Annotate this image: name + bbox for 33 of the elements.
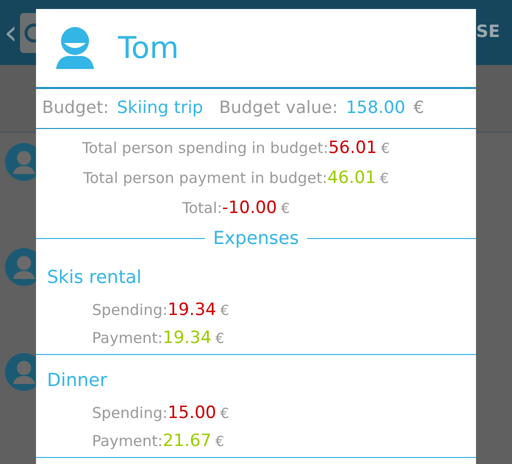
amount-label: Total person payment in budget: [83,169,328,187]
back-caret[interactable]: ‹ [4,16,18,50]
person-name: Tom [118,30,179,68]
amount-value: 19.34 [162,328,212,348]
amount-value: 56.01 [328,138,377,158]
amount-value: 15.00 [168,403,216,423]
currency-symbol: € [220,303,230,319]
currency-symbol: € [220,406,230,422]
currency-symbol: € [380,171,389,187]
expense-title: Dinner [46,369,108,393]
amount-label: Spending: [92,404,168,422]
currency-symbol: € [215,331,224,347]
amount-label: Spending: [92,301,168,319]
amount-label: Payment: [92,432,163,450]
amount-label: Payment: [92,329,163,347]
action-button[interactable]: SE [476,20,500,46]
amount-value: 46.01 [327,168,376,188]
currency-symbol: € [280,201,290,217]
budget-value-label: Budget value: [219,96,338,120]
amount-label: Total: [182,199,222,217]
currency-symbol: € [413,96,424,120]
budget-value: 158.00 [346,96,406,120]
amount-value: 21.67 [162,431,212,451]
expense-title: Skis rental [46,266,143,290]
currency-symbol: € [215,434,224,450]
amount-value: 19.34 [168,300,216,320]
person-icon [54,27,96,69]
currency-symbol: € [380,141,390,157]
budget-name: Skiing trip [116,96,204,120]
amount-value: -10.00 [222,198,277,218]
budget-label: Budget: [42,96,109,120]
section-title: Expenses [213,227,299,251]
amount-label: Total person spending in budget: [82,139,328,157]
